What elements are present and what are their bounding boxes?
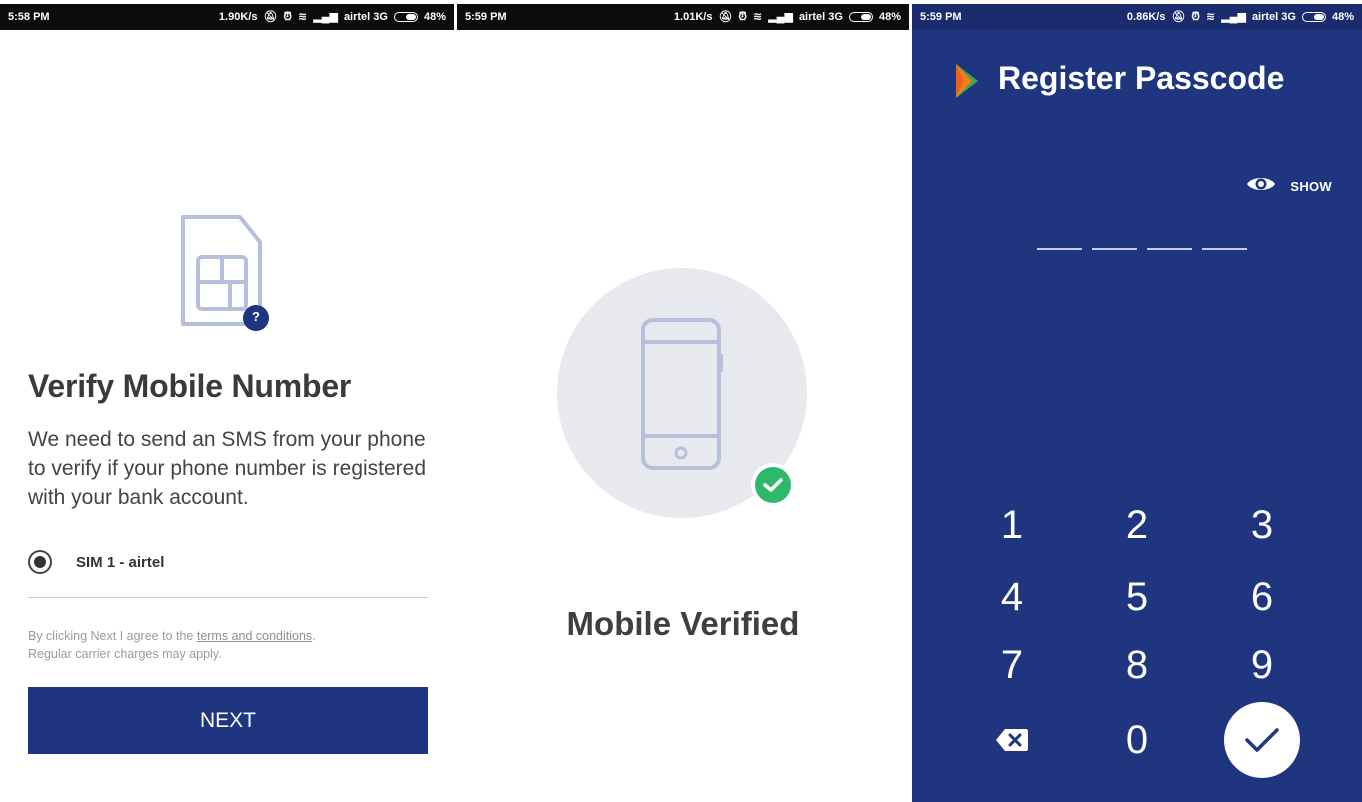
page-description: We need to send an SMS from your phone t… xyxy=(28,428,427,509)
terms-prefix: By clicking Next I agree to the xyxy=(28,629,197,643)
confirm-button[interactable] xyxy=(1224,702,1300,778)
status-bar: 5:58 PM 1.90K/s 🔕︎ ⏰︎ ≋ ▂▄▆ airtel 3G 48… xyxy=(0,4,454,30)
battery-icon xyxy=(848,12,873,22)
key-7[interactable]: 7 xyxy=(967,630,1057,700)
network-speed: 1.01K/s xyxy=(673,11,713,23)
show-passcode-toggle[interactable]: SHOW xyxy=(1246,174,1332,199)
pin-digit-slot xyxy=(1037,248,1082,250)
network-speed: 0.86K/s xyxy=(1126,11,1166,23)
key-9[interactable]: 9 xyxy=(1217,630,1307,700)
key-3[interactable]: 3 xyxy=(1217,490,1307,560)
carrier-charges-note: Regular carrier charges may apply. xyxy=(28,647,222,661)
key-1[interactable]: 1 xyxy=(967,490,1057,560)
pin-digit-slot xyxy=(1202,248,1247,250)
sim-radio-button[interactable] xyxy=(28,550,52,574)
battery-icon xyxy=(1301,12,1326,22)
status-bar: 5:59 PM 0.86K/s 🔕︎ ⏰︎ ≋ ▂▄▆ airtel 3G 48… xyxy=(912,4,1362,30)
eye-icon xyxy=(1246,174,1276,199)
key-5[interactable]: 5 xyxy=(1092,562,1182,632)
battery-icon xyxy=(393,12,418,22)
terms-link[interactable]: terms and conditions xyxy=(197,629,312,643)
carrier-label: airtel 3G xyxy=(798,11,843,23)
signal-icon: ▂▄▆ xyxy=(313,10,338,23)
status-icons: 0.86K/s 🔕︎ ⏰︎ ≋ ▂▄▆ airtel 3G 48% xyxy=(1127,11,1354,23)
show-label: SHOW xyxy=(1290,179,1332,194)
pin-digit-slot xyxy=(1147,248,1192,250)
key-4[interactable]: 4 xyxy=(967,562,1057,632)
sim-option-row[interactable]: SIM 1 - airtel xyxy=(28,550,164,574)
battery-percent: 48% xyxy=(423,11,446,23)
status-icons: 1.90K/s 🔕︎ ⏰︎ ≋ ▂▄▆ airtel 3G 48% xyxy=(219,11,446,23)
passcode-input[interactable] xyxy=(1037,248,1247,250)
mute-icon: 🔕︎ xyxy=(263,10,278,23)
wifi-icon: ≋ xyxy=(298,10,308,23)
bhim-logo-icon xyxy=(952,62,982,105)
alarm-icon: ⏰︎ xyxy=(738,10,747,23)
page-title: Register Passcode xyxy=(998,60,1285,96)
alarm-icon: ⏰︎ xyxy=(1191,10,1200,23)
phone-icon xyxy=(637,316,727,477)
check-circle xyxy=(755,467,791,503)
key-6[interactable]: 6 xyxy=(1217,562,1307,632)
status-bar: 5:59 PM 1.01K/s 🔕︎ ⏰︎ ≋ ▂▄▆ airtel 3G 48… xyxy=(457,4,909,30)
carrier-label: airtel 3G xyxy=(343,11,388,23)
backspace-button[interactable] xyxy=(967,705,1057,775)
verified-check-icon xyxy=(751,463,795,507)
key-8[interactable]: 8 xyxy=(1092,630,1182,700)
status-time: 5:58 PM xyxy=(8,11,50,23)
signal-icon: ▂▄▆ xyxy=(768,10,793,23)
wifi-icon: ≋ xyxy=(753,10,763,23)
alarm-icon: ⏰︎ xyxy=(283,10,292,23)
battery-percent: 48% xyxy=(878,11,901,23)
sim-option-label: SIM 1 - airtel xyxy=(76,553,165,571)
mute-icon: 🔕︎ xyxy=(718,10,733,23)
radio-selected-dot xyxy=(34,556,46,568)
divider xyxy=(28,597,428,598)
wifi-icon: ≋ xyxy=(1206,10,1216,23)
sim-question-badge: ? xyxy=(252,309,260,324)
mute-icon: 🔕︎ xyxy=(1171,10,1186,23)
verify-mobile-screen: 5:58 PM 1.90K/s 🔕︎ ⏰︎ ≋ ▂▄▆ airtel 3G 48… xyxy=(0,0,454,802)
terms-text: By clicking Next I agree to the terms an… xyxy=(28,627,438,663)
status-time: 5:59 PM xyxy=(920,11,962,23)
battery-percent: 48% xyxy=(1331,11,1354,23)
verified-title: Mobile Verified xyxy=(566,605,800,642)
status-time: 5:59 PM xyxy=(465,11,507,23)
mobile-verified-screen: 5:59 PM 1.01K/s 🔕︎ ⏰︎ ≋ ▂▄▆ airtel 3G 48… xyxy=(457,0,909,802)
key-2[interactable]: 2 xyxy=(1092,490,1182,560)
backspace-icon xyxy=(996,729,1028,751)
check-icon xyxy=(1245,728,1279,752)
network-speed: 1.90K/s xyxy=(218,11,258,23)
carrier-label: airtel 3G xyxy=(1251,11,1296,23)
key-0[interactable]: 0 xyxy=(1092,705,1182,775)
sim-card-icon: ? xyxy=(178,212,273,339)
terms-suffix: . xyxy=(312,629,316,643)
status-icons: 1.01K/s 🔕︎ ⏰︎ ≋ ▂▄▆ airtel 3G 48% xyxy=(674,11,901,23)
register-passcode-screen: 5:59 PM 0.86K/s 🔕︎ ⏰︎ ≋ ▂▄▆ airtel 3G 48… xyxy=(912,0,1362,802)
signal-icon: ▂▄▆ xyxy=(1221,10,1246,23)
next-button[interactable]: NEXT xyxy=(28,687,428,754)
pin-digit-slot xyxy=(1092,248,1137,250)
page-title: Verify Mobile Number xyxy=(28,368,352,404)
